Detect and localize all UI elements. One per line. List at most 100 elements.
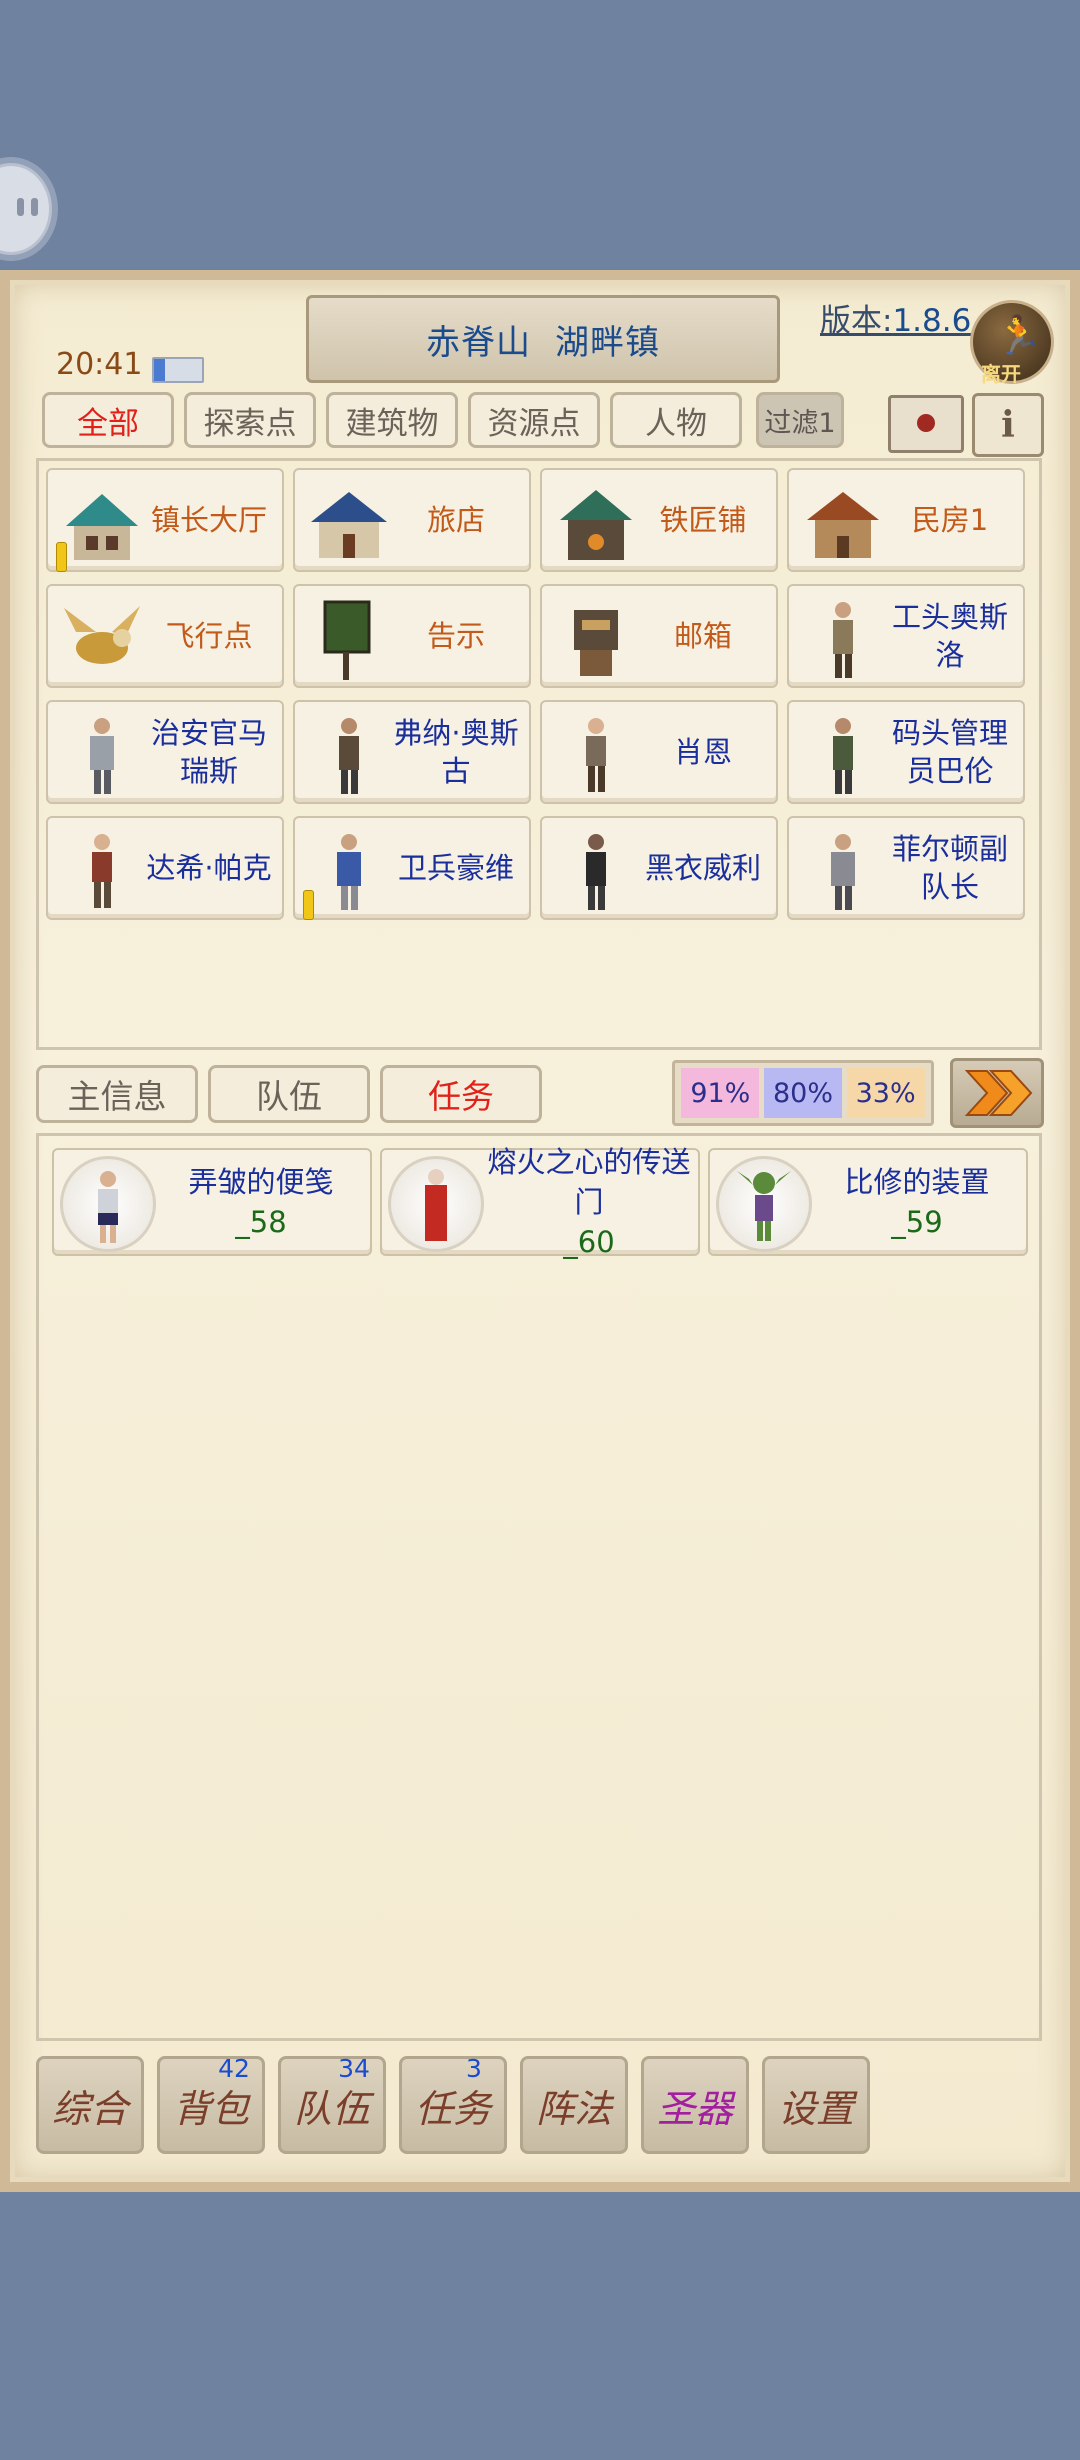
grid-item-npc-marshal[interactable]: 治安官马瑞斯 — [46, 700, 284, 804]
nav-overview[interactable]: 综合 — [36, 2056, 144, 2154]
quest-item[interactable]: 熔火之心的传送门 _60 — [380, 1145, 700, 1259]
grid-item-label: 邮箱 — [673, 619, 732, 653]
filter-button[interactable]: 过滤1 — [756, 392, 844, 448]
grid-item-npc-guard-howie[interactable]: 卫兵豪维 — [293, 816, 531, 920]
grid-item-npc-felton[interactable]: 菲尔顿副队长 — [787, 816, 1025, 920]
npc-figure-icon — [586, 834, 606, 910]
location-title: 赤脊山 湖畔镇 — [306, 295, 780, 383]
building-icon — [560, 490, 632, 560]
percent-orange: 33% — [846, 1068, 925, 1118]
mailbox-icon — [574, 610, 618, 676]
building-icon — [807, 492, 879, 558]
grid-item-label: 弗纳·奥斯古 — [393, 716, 519, 788]
leave-label: 离开 — [981, 362, 1021, 386]
tab-buildings[interactable]: 建筑物 — [326, 392, 458, 448]
tab-all[interactable]: 全部 — [42, 392, 174, 448]
quest-alert-icon — [56, 542, 67, 572]
npc-figure-icon — [586, 718, 606, 792]
nav-holy-items[interactable]: 圣器 — [641, 2056, 749, 2154]
quest-level: _59 — [891, 1205, 943, 1239]
grid-item-npc-foreman[interactable]: 工头奥斯洛 — [787, 584, 1025, 688]
tab-team[interactable]: 队伍 — [208, 1065, 370, 1123]
region-name: 赤脊山 — [426, 322, 531, 363]
grid-item-npc-dockmaster[interactable]: 码头管理员巴伦 — [787, 700, 1025, 804]
percent-pink: 91% — [681, 1068, 760, 1118]
grid-item-label: 告示 — [426, 619, 485, 653]
npc-figure-icon — [833, 602, 853, 678]
quest-title: 熔火之心的传送门 — [487, 1145, 691, 1219]
eye-icon — [31, 198, 38, 216]
town-name: 湖畔镇 — [555, 322, 660, 363]
npc-figure-icon — [339, 718, 359, 794]
grid-item-npc-shawn[interactable]: 肖恩 — [540, 700, 778, 804]
task-count-badge: 3 — [466, 2054, 482, 2083]
quest-avatar — [388, 1156, 484, 1252]
quest-item[interactable]: 弄皱的便笺 _58 — [52, 1148, 372, 1256]
tab-explore-points[interactable]: 探索点 — [184, 392, 316, 448]
expand-arrow-button[interactable] — [950, 1058, 1044, 1128]
version-link[interactable]: 版本:1.8.6 — [820, 295, 971, 340]
signboard-icon — [323, 600, 371, 680]
grid-item-npc-verner[interactable]: 弗纳·奥斯古 — [293, 700, 531, 804]
team-count-badge: 34 — [338, 2054, 370, 2083]
quest-title: 比修的装置 — [844, 1165, 990, 1199]
bag-count-badge: 42 — [218, 2054, 250, 2083]
grid-item-inn[interactable]: 旅店 — [293, 468, 531, 572]
grid-item-label: 飞行点 — [165, 619, 253, 653]
npc-figure-icon — [337, 834, 361, 910]
tab-tasks[interactable]: 任务 — [380, 1065, 542, 1123]
quest-item[interactable]: 比修的装置 _59 — [708, 1148, 1028, 1256]
double-chevron-right-icon — [964, 1070, 1033, 1116]
nav-settings[interactable]: 设置 — [762, 2056, 870, 2154]
grid-item-notice-board[interactable]: 告示 — [293, 584, 531, 688]
grid-item-label: 旅店 — [426, 503, 485, 537]
quest-level: _60 — [563, 1225, 615, 1259]
quest-title: 弄皱的便笺 — [188, 1165, 334, 1199]
version-label: 版本: — [820, 303, 893, 339]
building-icon — [66, 494, 138, 560]
quest-avatar — [60, 1156, 156, 1252]
percentage-panel: 91% 80% 33% — [672, 1060, 934, 1126]
info-icon[interactable]: i — [972, 393, 1044, 457]
battery-indicator — [152, 357, 204, 383]
tab-people[interactable]: 人物 — [610, 392, 742, 448]
grid-item-label: 工头奥斯洛 — [891, 600, 1008, 672]
nav-formation[interactable]: 阵法 — [520, 2056, 628, 2154]
tab-resource-points[interactable]: 资源点 — [468, 392, 600, 448]
npc-figure-icon — [831, 834, 855, 910]
grid-item-label: 码头管理员巴伦 — [891, 716, 1008, 788]
clock: 20:41 — [56, 347, 143, 382]
grid-item-house-1[interactable]: 民房1 — [787, 468, 1025, 572]
version-number: 1.8.6 — [892, 303, 972, 339]
grid-item-mailbox[interactable]: 邮箱 — [540, 584, 778, 688]
grid-item-label: 卫兵豪维 — [397, 851, 514, 885]
grid-item-label: 铁匠铺 — [659, 503, 747, 537]
grid-item-town-hall[interactable]: 镇长大厅 — [46, 468, 284, 572]
percent-blue: 80% — [763, 1068, 842, 1118]
grid-item-label: 黑衣威利 — [644, 851, 761, 885]
quest-list — [36, 1133, 1042, 2041]
grid-item-label: 达希·帕克 — [146, 851, 272, 885]
grid-item-npc-darcy[interactable]: 达希·帕克 — [46, 816, 284, 920]
running-man-icon: 🏃 — [995, 313, 1043, 357]
npc-figure-icon — [92, 834, 112, 908]
grid-item-blacksmith[interactable]: 铁匠铺 — [540, 468, 778, 572]
gryphon-icon — [64, 606, 140, 664]
quest-level: _58 — [235, 1205, 287, 1239]
mail-icon[interactable] — [888, 395, 964, 453]
grid-item-npc-willy[interactable]: 黑衣威利 — [540, 816, 778, 920]
tab-main-info[interactable]: 主信息 — [36, 1065, 198, 1123]
grid-item-flight-point[interactable]: 飞行点 — [46, 584, 284, 688]
grid-item-label: 镇长大厅 — [150, 503, 267, 537]
leave-button[interactable]: 🏃 离开 — [970, 300, 1054, 386]
building-icon — [311, 492, 387, 558]
grid-item-label: 治安官马瑞斯 — [150, 716, 267, 788]
quest-alert-icon — [303, 890, 314, 920]
eye-icon — [17, 198, 24, 216]
quest-avatar — [716, 1156, 812, 1252]
grid-item-label: 菲尔顿副队长 — [891, 832, 1008, 904]
grid-item-label: 民房1 — [911, 503, 989, 537]
npc-figure-icon — [90, 718, 114, 794]
grid-item-label: 肖恩 — [673, 735, 732, 769]
floating-assist-button[interactable] — [0, 163, 52, 255]
